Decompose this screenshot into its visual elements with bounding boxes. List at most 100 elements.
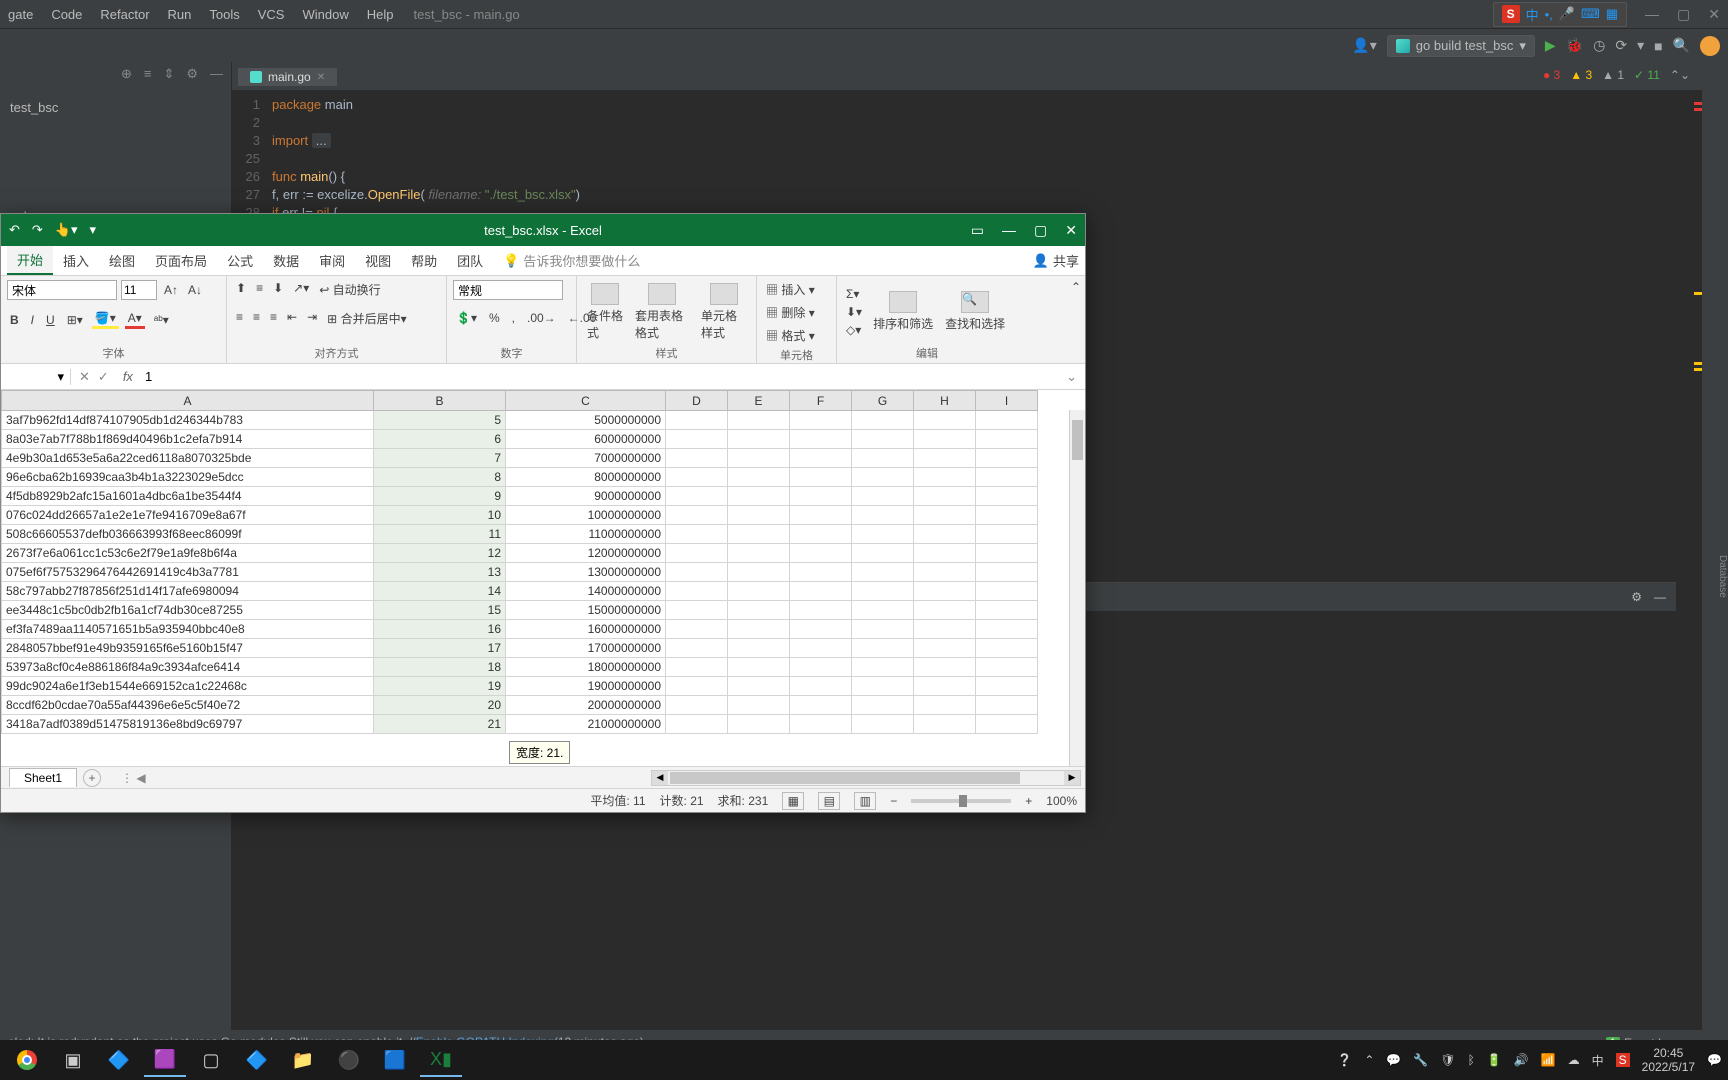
cell-styles[interactable]: 单元格样式 (697, 281, 750, 343)
tray-sogou-icon[interactable]: S (1616, 1053, 1630, 1067)
close-icon[interactable]: ✕ (1708, 6, 1720, 23)
zoom-level[interactable]: 100% (1046, 794, 1077, 808)
profile-icon[interactable]: ⟳ (1615, 37, 1627, 54)
right-tool-strip[interactable]: Database (1702, 62, 1728, 1080)
formula-input[interactable]: 1 (139, 369, 1058, 384)
border-icon[interactable]: ⊞▾ (64, 312, 86, 328)
excel-maximize-icon[interactable]: ▢ (1034, 222, 1047, 239)
hide-icon[interactable]: — (1654, 590, 1666, 604)
menu-window[interactable]: Window (302, 7, 348, 22)
expand-icon[interactable]: ≡ (144, 66, 152, 88)
share-button[interactable]: 👤 共享 (1033, 251, 1079, 270)
column-header-A[interactable]: A (2, 391, 374, 411)
scroll-left-icon[interactable]: ◀ (652, 771, 668, 785)
align-mid-icon[interactable]: ≡ (253, 280, 266, 299)
terminal-taskbar[interactable]: ▣ (52, 1043, 94, 1077)
fx-icon[interactable]: fx (117, 369, 139, 384)
tab-help[interactable]: 帮助 (401, 247, 447, 274)
font-family-select[interactable] (7, 280, 117, 300)
coverage-icon[interactable]: ◷ (1593, 37, 1605, 54)
collapse-icon[interactable]: ⇕ (163, 66, 174, 88)
tab-close-icon[interactable]: ✕ (317, 72, 325, 83)
gear-icon[interactable]: ⚙ (1631, 590, 1642, 604)
tray-wifi-icon[interactable]: 📶 (1541, 1053, 1556, 1067)
database-tool[interactable]: Database (1717, 72, 1728, 1080)
tab-home[interactable]: 开始 (7, 246, 53, 275)
excel-titlebar[interactable]: ↶ ↷ 👆▾ ▾ test_bsc.xlsx - Excel ▭ — ▢ ✕ (1, 214, 1085, 246)
user-icon[interactable]: 👤▾ (1352, 37, 1376, 54)
more-icon[interactable]: ▾ (1637, 37, 1644, 54)
add-sheet-button[interactable]: + (83, 769, 101, 787)
fill-color-icon[interactable]: 🪣▾ (92, 310, 119, 329)
tell-me[interactable]: 💡 告诉我你想要做什么 (503, 251, 640, 270)
collapse-ribbon-icon[interactable]: ⌃ (1071, 280, 1081, 294)
format-table[interactable]: 套用表格格式 (631, 281, 693, 343)
clear-icon[interactable]: ◇▾ (843, 322, 865, 338)
undo-icon[interactable]: ↶ (9, 222, 20, 238)
explorer-taskbar[interactable]: 📁 (282, 1043, 324, 1077)
tray-up-icon[interactable]: ⌃ (1364, 1053, 1374, 1067)
tab-view[interactable]: 视图 (355, 247, 401, 274)
sheet-tab[interactable]: Sheet1 (9, 768, 77, 787)
taskbar-clock[interactable]: 20:45 2022/5/17 (1642, 1046, 1695, 1074)
code-editor[interactable]: 1package main 2 3import ... 25 26func ma… (232, 90, 1702, 228)
ime-mic-icon[interactable]: 🎤 (1559, 6, 1575, 22)
table-row[interactable]: ee3448c1c5bc0db2fb16a1cf74db30ce87255151… (2, 601, 1038, 620)
table-row[interactable]: 4f5db8929b2afc15a1601a4dbc6a1be3544f4990… (2, 487, 1038, 506)
ribbon-opts-icon[interactable]: ▭ (971, 222, 984, 239)
page-layout-icon[interactable]: ▤ (818, 792, 840, 810)
format-cells[interactable]: ▦ 格式 ▾ (763, 326, 830, 345)
table-row[interactable]: 075ef6f75753296476442691419c4b3a77811313… (2, 563, 1038, 582)
expand-formula-icon[interactable]: ⌄ (1058, 369, 1085, 385)
column-header-E[interactable]: E (728, 391, 790, 411)
table-row[interactable]: 4e9b30a1d653e5a6a22ced6118a8070325bde770… (2, 449, 1038, 468)
tray-onedrive-icon[interactable]: ☁ (1568, 1053, 1580, 1067)
excel-close-icon[interactable]: ✕ (1065, 222, 1077, 239)
fill-icon[interactable]: ⬇▾ (843, 304, 865, 320)
target-icon[interactable]: ⊕ (121, 66, 132, 88)
column-header-C[interactable]: C (506, 391, 666, 411)
grow-font-icon[interactable]: A↑ (161, 282, 181, 298)
editor-tab-main[interactable]: main.go ✕ (238, 66, 337, 86)
error-stripe[interactable] (1692, 92, 1702, 1080)
table-row[interactable]: 58c797abb27f87856f251d14f17afe6980094141… (2, 582, 1038, 601)
goland-taskbar[interactable]: 🟪 (144, 1043, 186, 1077)
percent-icon[interactable]: % (486, 310, 503, 326)
ime-keyboard-icon[interactable]: ⌨ (1581, 6, 1600, 22)
cancel-formula-icon[interactable]: ✕ (79, 369, 90, 385)
zoom-out-icon[interactable]: − (890, 794, 897, 808)
enter-formula-icon[interactable]: ✓ (98, 369, 109, 385)
name-box[interactable]: ▾ (1, 369, 71, 385)
menu-vcs[interactable]: VCS (258, 7, 285, 22)
wrap-text[interactable]: ↩ 自动换行 (316, 280, 383, 299)
italic-button[interactable]: I (28, 312, 37, 328)
tab-data[interactable]: 数据 (263, 247, 309, 274)
app-taskbar-4[interactable]: 🟦 (374, 1043, 416, 1077)
number-format-select[interactable] (453, 280, 563, 300)
merge-center[interactable]: ⊞ 合并后居中▾ (324, 309, 409, 328)
scroll-right-icon[interactable]: ▶ (1064, 771, 1080, 785)
excel-taskbar[interactable]: X▮ (420, 1043, 462, 1077)
run-button-icon[interactable]: ▶ (1545, 37, 1556, 54)
column-header-B[interactable]: B (374, 391, 506, 411)
align-left-icon[interactable]: ≡ (233, 309, 246, 328)
shrink-font-icon[interactable]: A↓ (185, 282, 205, 298)
avatar-icon[interactable] (1700, 36, 1720, 56)
tray-battery-icon[interactable]: 🔋 (1487, 1053, 1502, 1067)
column-header-F[interactable]: F (790, 391, 852, 411)
tray-wechat-icon[interactable]: 💬 (1386, 1053, 1401, 1067)
inc-decimal-icon[interactable]: .00→ (524, 310, 559, 326)
tab-formulas[interactable]: 公式 (217, 247, 263, 274)
indent-inc-icon[interactable]: ⇥ (304, 309, 320, 328)
orientation-icon[interactable]: ↗▾ (290, 280, 312, 299)
table-row[interactable]: 53973a8cf0c4e886186f84a9c3934afce6414181… (2, 658, 1038, 677)
sort-filter[interactable]: 排序和筛选 (869, 289, 937, 334)
autosum-icon[interactable]: Σ▾ (843, 286, 865, 302)
menu-help[interactable]: Help (367, 7, 394, 22)
tray-help-icon[interactable]: ❔ (1337, 1053, 1352, 1067)
zoom-slider[interactable] (911, 799, 1011, 803)
bold-button[interactable]: B (7, 312, 22, 328)
excel-minimize-icon[interactable]: — (1002, 222, 1016, 239)
table-row[interactable]: 8a03e7ab7f788b1f869d40496b1c2efa7b914660… (2, 430, 1038, 449)
debug-button-icon[interactable]: 🐞 (1566, 37, 1583, 54)
